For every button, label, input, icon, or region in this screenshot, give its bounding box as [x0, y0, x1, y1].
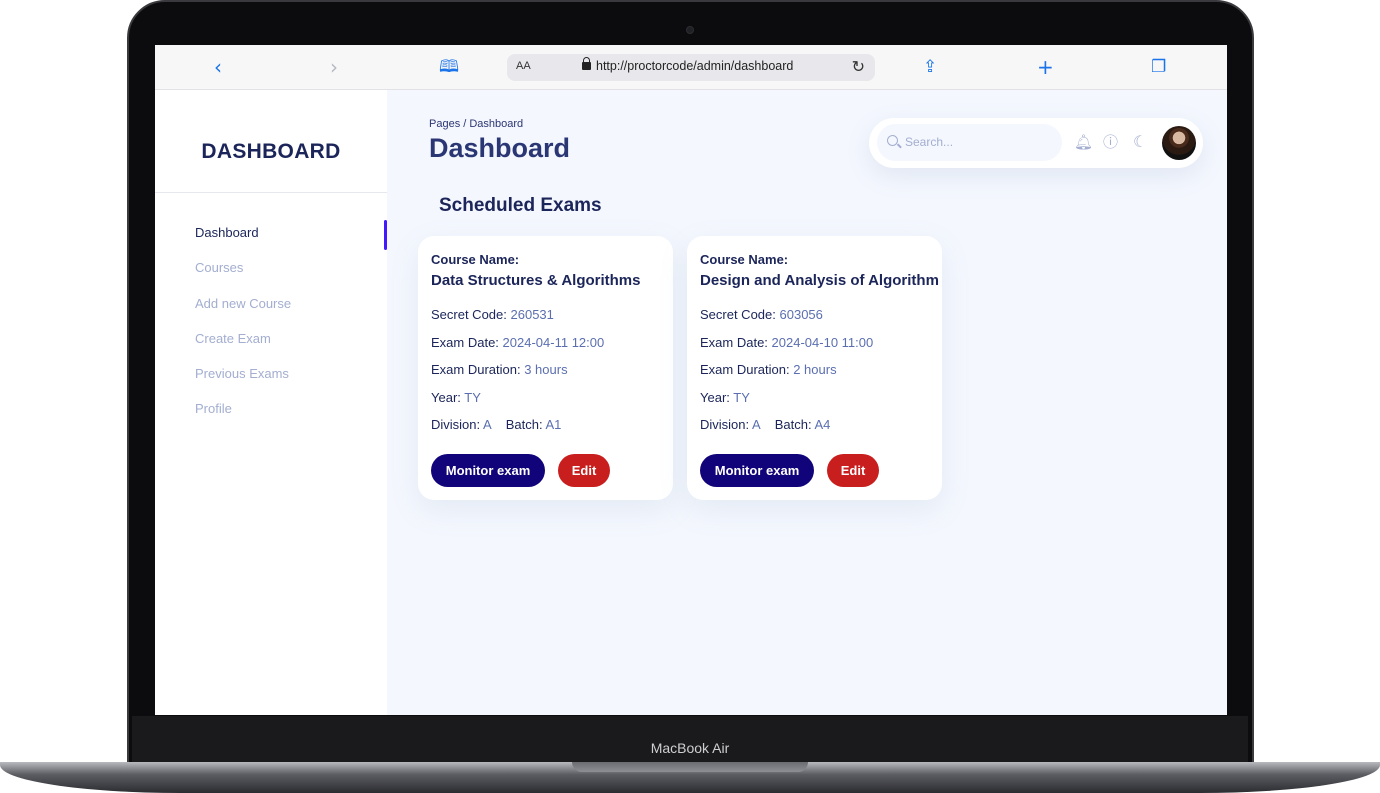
year-row: Year: TY	[431, 390, 660, 405]
avatar[interactable]	[1162, 126, 1196, 160]
division-value: A	[752, 417, 761, 432]
edit-button[interactable]: Edit	[827, 454, 879, 487]
batch-label: Batch:	[774, 417, 812, 432]
sidebar-item-add-new-course[interactable]: Add new Course	[195, 295, 387, 330]
exam-date-row: Exam Date: 2024-04-10 11:00	[700, 335, 929, 350]
exam-date-value: 2024-04-10 11:00	[771, 334, 874, 350]
secret-code-value: 603056	[779, 307, 823, 322]
division-batch-row: Division: A Batch: A1	[431, 417, 660, 432]
exam-details: Secret Code: 603056 Exam Date: 2024-04-1…	[700, 307, 929, 432]
exam-date-value: 2024-04-11 12:00	[502, 334, 605, 350]
division-label: Division:	[431, 417, 481, 432]
info-icon[interactable]: ⓘ	[1103, 133, 1118, 151]
year-row: Year: TY	[700, 390, 929, 405]
edit-button[interactable]: Edit	[558, 454, 610, 487]
secret-code-row: Secret Code: 260531	[431, 307, 660, 322]
course-name: Design and Analysis of Algorithm	[700, 272, 939, 289]
monitor-exam-button[interactable]: Monitor exam	[431, 454, 545, 487]
laptop-notch	[572, 762, 808, 772]
exam-duration-value: 3 hours	[524, 362, 568, 377]
course-name-label: Course Name:	[431, 252, 520, 267]
sidebar-item-create-exam[interactable]: Create Exam	[195, 330, 387, 365]
exam-duration-label: Exam Duration:	[700, 362, 790, 377]
year-label: Year:	[431, 389, 461, 405]
bookmarks-icon[interactable]: 🕮	[439, 55, 459, 79]
course-name: Data Structures & Algorithms	[431, 272, 641, 289]
exam-duration-value: 2 hours	[793, 362, 837, 377]
forward-icon[interactable]: ›	[330, 55, 338, 79]
device-label: MacBook Air	[650, 740, 730, 756]
lock-icon	[582, 57, 591, 70]
url-text[interactable]: http://proctorcode/admin/dashboard	[596, 59, 793, 73]
dark-mode-icon[interactable]: ☾	[1133, 133, 1147, 151]
year-value: TY	[464, 389, 481, 405]
back-icon[interactable]: ‹	[214, 55, 222, 79]
new-tab-icon[interactable]: +	[1037, 55, 1054, 79]
exam-date-label: Exam Date:	[700, 334, 768, 350]
camera-icon	[686, 26, 694, 34]
secret-code-label: Secret Code:	[700, 307, 776, 322]
sidebar: DASHBOARD Dashboard Courses Add new Cour…	[155, 90, 387, 715]
address-bar[interactable]: AA http://proctorcode/admin/dashboard ↻	[507, 54, 875, 81]
batch-value: A1	[545, 417, 562, 432]
bell-icon[interactable]: 🔔︎	[1074, 133, 1093, 151]
exam-date-label: Exam Date:	[431, 334, 499, 350]
monitor-exam-button[interactable]: Monitor exam	[700, 454, 814, 487]
division-value: A	[483, 417, 492, 432]
card-actions: Monitor exam Edit	[431, 454, 610, 487]
browser-toolbar: ‹ › 🕮 AA http://proctorcode/admin/dashbo…	[155, 45, 1227, 90]
search-box[interactable]	[877, 124, 1062, 161]
secret-code-value: 260531	[510, 307, 554, 322]
card-actions: Monitor exam Edit	[700, 454, 879, 487]
share-icon[interactable]: ⇪	[923, 55, 937, 79]
search-icon	[887, 135, 898, 146]
exam-duration-row: Exam Duration: 3 hours	[431, 362, 660, 377]
year-value: TY	[733, 389, 750, 405]
sidebar-divider	[155, 192, 387, 193]
exam-card: Course Name: Data Structures & Algorithm…	[418, 236, 673, 500]
secret-code-row: Secret Code: 603056	[700, 307, 929, 322]
laptop-mockup: MacBook Air ‹ › 🕮 AA http://proctorcode/…	[0, 0, 1380, 793]
search-input[interactable]	[905, 133, 1055, 151]
sidebar-item-courses[interactable]: Courses	[195, 259, 387, 294]
breadcrumb: Pages / Dashboard	[429, 118, 524, 130]
exam-duration-row: Exam Duration: 2 hours	[700, 362, 929, 377]
tabs-overview-icon[interactable]: ❐	[1151, 55, 1166, 79]
exam-card: Course Name: Design and Analysis of Algo…	[687, 236, 942, 500]
text-size-button[interactable]: AA	[516, 60, 531, 72]
page-title: Dashboard	[429, 133, 571, 163]
exam-details: Secret Code: 260531 Exam Date: 2024-04-1…	[431, 307, 660, 432]
division-label: Division:	[700, 417, 750, 432]
division-batch-row: Division: A Batch: A4	[700, 417, 929, 432]
sidebar-item-dashboard[interactable]: Dashboard	[195, 219, 387, 259]
browser-screen: ‹ › 🕮 AA http://proctorcode/admin/dashbo…	[155, 45, 1227, 715]
batch-value: A4	[814, 417, 831, 432]
reload-icon[interactable]: ↻	[852, 57, 865, 76]
exam-duration-label: Exam Duration:	[431, 362, 521, 377]
sidebar-title: DASHBOARD	[201, 140, 341, 163]
top-bar: 🔔︎ ⓘ ☾	[869, 118, 1203, 168]
course-name-label: Course Name:	[700, 252, 789, 267]
secret-code-label: Secret Code:	[431, 307, 507, 322]
section-title: Scheduled Exams	[439, 195, 602, 216]
sidebar-item-previous-exams[interactable]: Previous Exams	[195, 365, 387, 400]
sidebar-item-profile[interactable]: Profile	[195, 400, 387, 435]
sidebar-nav: Dashboard Courses Add new Course Create …	[195, 219, 387, 436]
year-label: Year:	[700, 389, 730, 405]
batch-label: Batch:	[505, 417, 543, 432]
exam-date-row: Exam Date: 2024-04-11 12:00	[431, 335, 660, 350]
